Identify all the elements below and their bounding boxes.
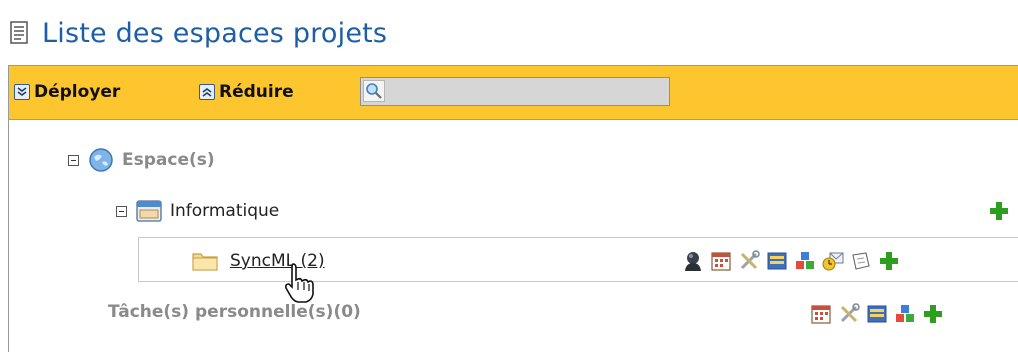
search-icon	[363, 80, 385, 102]
hand-cursor-icon	[285, 263, 314, 303]
search-field[interactable]	[360, 77, 671, 106]
timer-mail-icon[interactable]	[822, 250, 844, 272]
page-title: Liste des espaces projets	[42, 17, 388, 49]
calendar-icon[interactable]	[710, 250, 732, 272]
tools-icon[interactable]	[838, 303, 860, 325]
document-icon	[10, 21, 28, 44]
space-icon	[136, 200, 162, 222]
expand-label: Déployer	[34, 82, 121, 102]
list-icon[interactable]	[866, 303, 888, 325]
expand-all-icon	[14, 84, 30, 100]
cubes-icon[interactable]	[894, 303, 916, 325]
personal-tasks-item: Tâche(s) personnelle(s)(0)	[108, 302, 361, 322]
tree-space: Informatique	[116, 199, 279, 223]
search-input[interactable]	[387, 78, 671, 106]
tree-root-label: Espace(s)	[122, 150, 215, 170]
member-icon[interactable]	[682, 250, 704, 272]
cubes-icon[interactable]	[794, 250, 816, 272]
note-icon[interactable]	[850, 250, 872, 272]
globe-icon	[89, 148, 113, 172]
add-icon[interactable]	[878, 250, 900, 272]
space-label[interactable]: Informatique	[170, 201, 279, 221]
page-header: Liste des espaces projets	[8, 16, 387, 50]
personal-actions	[810, 303, 944, 325]
collapse-all-icon	[199, 84, 215, 100]
expand-button[interactable]: Déployer	[14, 82, 120, 102]
tree-root: Espace(s)	[68, 147, 215, 173]
list-icon[interactable]	[766, 250, 788, 272]
collapse-label: Réduire	[219, 82, 294, 102]
add-icon[interactable]	[922, 303, 944, 325]
folder-icon	[192, 253, 218, 271]
personal-tasks-label[interactable]: Tâche(s) personnelle(s)(0)	[108, 302, 361, 322]
project-actions	[682, 250, 900, 272]
add-icon[interactable]	[988, 200, 1010, 222]
collapse-toggle[interactable]	[68, 154, 79, 166]
collapse-toggle[interactable]	[116, 205, 127, 217]
calendar-icon[interactable]	[810, 303, 832, 325]
collapse-button[interactable]: Réduire	[199, 82, 294, 102]
toolbar: Déployer Réduire	[9, 66, 1018, 120]
tools-icon[interactable]	[738, 250, 760, 272]
